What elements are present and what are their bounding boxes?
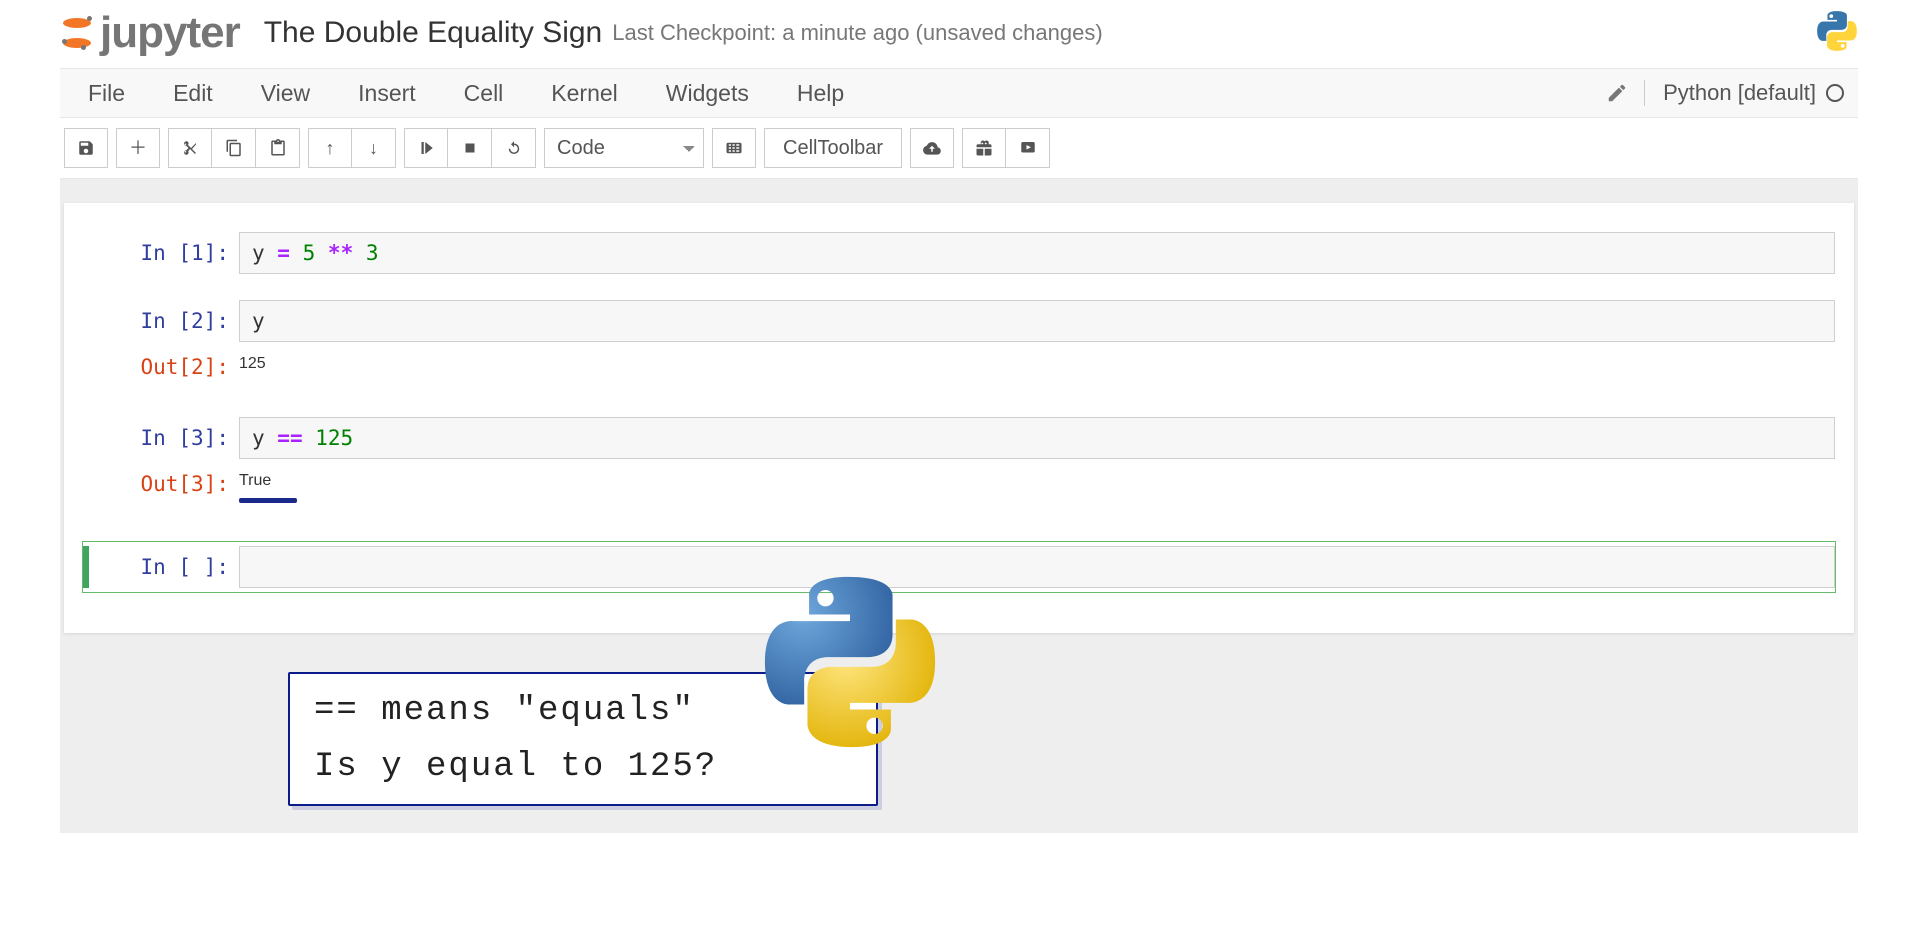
command-palette-button[interactable]: [712, 128, 756, 168]
cut-button[interactable]: [168, 128, 212, 168]
notebook-container: In [1]:y = 5 ** 3In [2]:yOut[2]:125In [3…: [64, 203, 1854, 633]
input-prompt: In [2]:: [89, 300, 239, 342]
presentation-icon: [1019, 139, 1037, 157]
paste-icon: [269, 139, 287, 157]
stop-icon: [461, 139, 479, 157]
input-prompt: In [3]:: [89, 417, 239, 459]
toolbar: ＋ ↑ ↓: [60, 118, 1858, 179]
code-cell[interactable]: In [ ]:: [82, 541, 1836, 593]
code-input[interactable]: y = 5 ** 3: [239, 232, 1835, 274]
copy-icon: [225, 139, 243, 157]
run-button[interactable]: [404, 128, 448, 168]
paste-button[interactable]: [256, 128, 300, 168]
celltoolbar-button[interactable]: CellToolbar: [764, 128, 902, 168]
code-input[interactable]: [239, 546, 1835, 588]
code-cell[interactable]: In [1]:y = 5 ** 3: [82, 227, 1836, 279]
menu-help[interactable]: Help: [773, 70, 868, 117]
move-up-button[interactable]: ↑: [308, 128, 352, 168]
jupyter-logo[interactable]: jupyter: [60, 8, 240, 58]
menu-insert[interactable]: Insert: [334, 70, 440, 117]
keyboard-icon: [725, 139, 743, 157]
code-cell[interactable]: In [3]:y == 125Out[3]:True: [82, 412, 1836, 525]
kernel-name[interactable]: Python [default]: [1644, 80, 1816, 106]
output-text: 125: [239, 346, 1835, 379]
arrow-up-icon: ↑: [326, 139, 335, 157]
plus-icon: ＋: [129, 139, 147, 157]
arrow-down-icon: ↓: [369, 139, 378, 157]
header: jupyter The Double Equality Sign Last Ch…: [60, 0, 1858, 68]
output-prompt: Out[2]:: [89, 346, 239, 379]
move-down-button[interactable]: ↓: [352, 128, 396, 168]
kernel-python-logo-icon: [1816, 10, 1858, 57]
jupyter-logo-icon: [60, 16, 94, 50]
menu-file[interactable]: File: [64, 70, 149, 117]
nbextensions-button[interactable]: [962, 128, 1006, 168]
copy-button[interactable]: [212, 128, 256, 168]
cell-type-select[interactable]: Code: [544, 128, 704, 168]
python-logo-icon: [760, 572, 940, 757]
menubar: File Edit View Insert Cell Kernel Widget…: [60, 68, 1858, 118]
code-input[interactable]: y: [239, 300, 1835, 342]
menu-kernel[interactable]: Kernel: [527, 70, 641, 117]
checkpoint-text: Last Checkpoint: a minute ago (unsaved c…: [612, 20, 1102, 46]
restart-button[interactable]: [492, 128, 536, 168]
interrupt-button[interactable]: [448, 128, 492, 168]
output-text: True: [239, 463, 1835, 508]
gift-icon: [975, 139, 993, 157]
menu-widgets[interactable]: Widgets: [642, 70, 773, 117]
code-cell[interactable]: In [2]:yOut[2]:125: [82, 295, 1836, 396]
input-prompt: In [ ]:: [89, 546, 239, 588]
code-input[interactable]: y == 125: [239, 417, 1835, 459]
run-icon: [417, 139, 435, 157]
edit-notebook-icon[interactable]: [1606, 82, 1628, 104]
upload-button[interactable]: [910, 128, 954, 168]
save-button[interactable]: [64, 128, 108, 168]
cloud-upload-icon: [923, 139, 941, 157]
menu-view[interactable]: View: [237, 70, 334, 117]
output-prompt: Out[3]:: [89, 463, 239, 508]
restart-icon: [505, 139, 523, 157]
input-prompt: In [1]:: [89, 232, 239, 274]
menu-edit[interactable]: Edit: [149, 70, 237, 117]
notebook-title[interactable]: The Double Equality Sign: [264, 16, 603, 50]
add-cell-button[interactable]: ＋: [116, 128, 160, 168]
kernel-indicator-icon: [1826, 84, 1844, 102]
jupyter-wordmark: jupyter: [100, 8, 240, 58]
present-button[interactable]: [1006, 128, 1050, 168]
menu-cell[interactable]: Cell: [440, 70, 528, 117]
scissors-icon: [181, 139, 199, 157]
